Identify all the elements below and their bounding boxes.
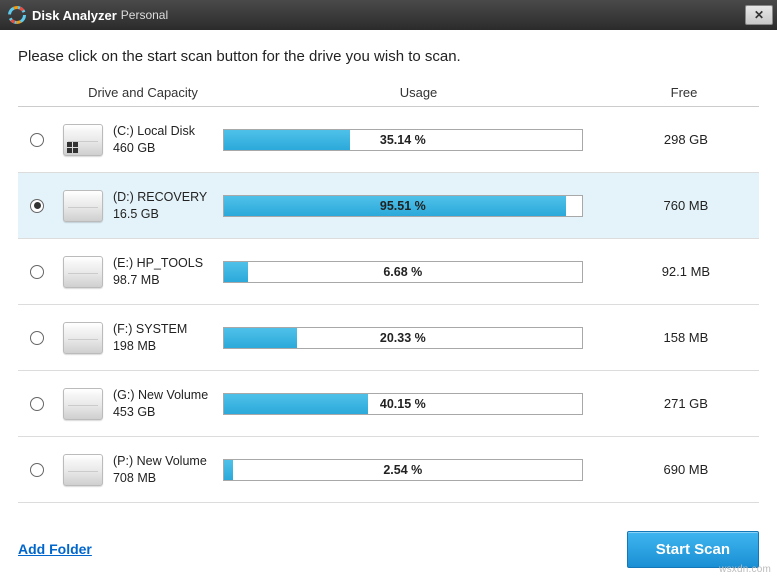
- usage-label: 35.14 %: [224, 130, 582, 150]
- usage-bar: 35.14 %: [223, 129, 583, 151]
- drive-row[interactable]: (P:) New Volume 708 MB 2.54 % 690 MB: [18, 437, 759, 503]
- radio-cell[interactable]: [18, 199, 57, 213]
- app-title: Disk Analyzer: [32, 8, 117, 23]
- watermark: wsxdn.com: [719, 564, 771, 575]
- drive-size: 16.5 GB: [113, 206, 207, 223]
- drive-icon: [63, 322, 103, 354]
- drive-row[interactable]: (F:) SYSTEM 198 MB 20.33 % 158 MB: [18, 305, 759, 371]
- close-button[interactable]: ✕: [745, 5, 773, 25]
- drive-row[interactable]: (C:) Local Disk 460 GB 35.14 % 298 GB: [18, 107, 759, 173]
- radio-cell[interactable]: [18, 265, 57, 279]
- usage-label: 6.68 %: [224, 262, 582, 282]
- header-usage: Usage: [228, 85, 609, 100]
- usage-bar: 95.51 %: [223, 195, 583, 217]
- app-subtitle: Personal: [121, 8, 168, 22]
- usage-bar: 6.68 %: [223, 261, 583, 283]
- drive-size: 708 MB: [113, 470, 207, 487]
- app-logo-icon: [8, 6, 26, 24]
- drive-name: (P:) New Volume: [113, 453, 207, 470]
- drive-icon: [63, 388, 103, 420]
- drive-icon: [63, 454, 103, 486]
- drive-row[interactable]: (G:) New Volume 453 GB 40.15 % 271 GB: [18, 371, 759, 437]
- radio-button[interactable]: [30, 133, 44, 147]
- usage-bar: 40.15 %: [223, 393, 583, 415]
- column-headers: Drive and Capacity Usage Free: [18, 79, 759, 107]
- drive-name: (F:) SYSTEM: [113, 321, 187, 338]
- drive-size: 453 GB: [113, 404, 208, 421]
- header-free: Free: [609, 85, 759, 100]
- drive-icon: [63, 256, 103, 288]
- drive-name: (G:) New Volume: [113, 387, 208, 404]
- radio-button[interactable]: [30, 199, 44, 213]
- free-space: 271 GB: [613, 396, 759, 411]
- radio-cell[interactable]: [18, 397, 57, 411]
- drive-icon: [63, 124, 103, 156]
- radio-cell[interactable]: [18, 463, 57, 477]
- radio-button[interactable]: [30, 331, 44, 345]
- drive-row[interactable]: (D:) RECOVERY 16.5 GB 95.51 % 760 MB: [18, 173, 759, 239]
- drive-row[interactable]: (E:) HP_TOOLS 98.7 MB 6.68 % 92.1 MB: [18, 239, 759, 305]
- drive-name: (E:) HP_TOOLS: [113, 255, 203, 272]
- close-icon: ✕: [754, 8, 764, 22]
- drive-name: (D:) RECOVERY: [113, 189, 207, 206]
- radio-cell[interactable]: [18, 133, 57, 147]
- drive-size: 460 GB: [113, 140, 195, 157]
- free-space: 298 GB: [613, 132, 759, 147]
- radio-button[interactable]: [30, 463, 44, 477]
- drive-size: 98.7 MB: [113, 272, 203, 289]
- usage-bar: 20.33 %: [223, 327, 583, 349]
- free-space: 158 MB: [613, 330, 759, 345]
- free-space: 760 MB: [613, 198, 759, 213]
- drive-size: 198 MB: [113, 338, 187, 355]
- instruction-text: Please click on the start scan button fo…: [18, 48, 759, 65]
- add-folder-link[interactable]: Add Folder: [18, 541, 92, 557]
- drive-list: (C:) Local Disk 460 GB 35.14 % 298 GB (D…: [18, 107, 759, 503]
- free-space: 690 MB: [613, 462, 759, 477]
- header-drive: Drive and Capacity: [58, 85, 228, 100]
- usage-label: 40.15 %: [224, 394, 582, 414]
- usage-label: 20.33 %: [224, 328, 582, 348]
- footer: Add Folder Start Scan: [0, 521, 777, 577]
- title-bar: Disk Analyzer Personal ✕: [0, 0, 777, 30]
- radio-button[interactable]: [30, 397, 44, 411]
- usage-label: 2.54 %: [224, 460, 582, 480]
- start-scan-button[interactable]: Start Scan: [627, 531, 759, 568]
- usage-label: 95.51 %: [224, 196, 582, 216]
- drive-name: (C:) Local Disk: [113, 123, 195, 140]
- usage-bar: 2.54 %: [223, 459, 583, 481]
- free-space: 92.1 MB: [613, 264, 759, 279]
- drive-icon: [63, 190, 103, 222]
- radio-cell[interactable]: [18, 331, 57, 345]
- radio-button[interactable]: [30, 265, 44, 279]
